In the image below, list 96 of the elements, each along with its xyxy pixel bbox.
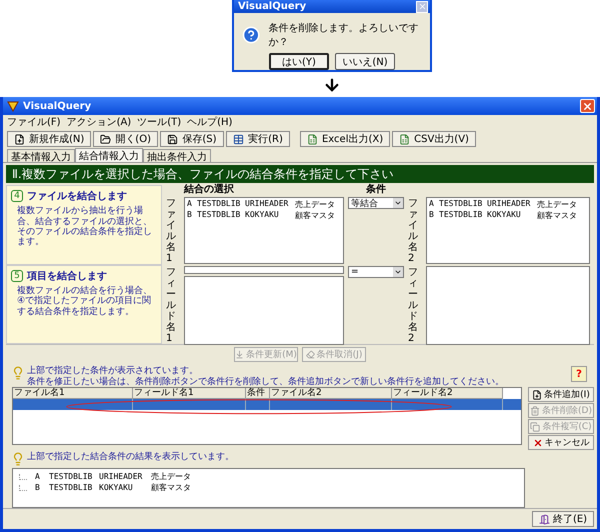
tab[interactable]: 基本情報入力 [7,149,75,162]
list-cell[interactable]: TESTDBLIB [197,199,245,210]
dialog-button[interactable]: はい(Y) [269,53,329,70]
tab[interactable]: 結合情報入力 [75,148,143,162]
toolbar-button[interactable]: 新規作成(N) [7,131,92,148]
help-button[interactable]: ? [571,366,587,382]
operator-select[interactable]: = [348,266,404,278]
list-cell[interactable]: B [187,210,197,222]
menu-item[interactable]: ファイル(F) [7,115,61,130]
step-number: 4 [11,190,23,202]
new-file-icon [532,390,542,400]
lightbulb-icon [11,366,25,380]
app-logo-icon [7,100,19,112]
dialog-message: 条件を削除します。よろしいですか？ [268,22,420,49]
list-cell[interactable]: KOKYAKU [245,210,295,222]
trash-icon [530,406,540,416]
list-cell[interactable]: URIHEADER [245,199,295,210]
list-cell[interactable]: B [429,210,439,222]
toolbar-button[interactable]: 保存(S) [160,131,224,148]
info-text: 上部で指定した条件が表示されています。 [27,366,199,376]
menu-item[interactable]: ヘルプ(H) [187,115,232,130]
door-icon [538,514,550,524]
list-cell[interactable]: URIHEADER [487,199,537,210]
column-header[interactable]: フィールド名2 [392,388,503,399]
list-cell[interactable]: 顧客マスタ [295,210,341,222]
dialog-button[interactable]: いいえ(N) [335,53,395,70]
column-header[interactable]: 条件 [246,388,270,399]
list-cell[interactable]: 売上データ [295,199,341,210]
step-title: 項目を結合します [27,270,107,283]
folder-icon [100,134,112,145]
side-button[interactable]: キャンセル [528,435,594,450]
list-cell[interactable]: A [429,199,439,210]
list-cell[interactable]: TESTDBLIB [439,199,487,210]
toolbar-button[interactable]: 開く(O) [93,131,158,148]
tree-cell[interactable]: TESTDBLIB [49,472,99,481]
column-header[interactable]: ファイル名1 [13,388,133,399]
menu-item[interactable]: アクション(A) [66,115,132,130]
save-icon [167,134,178,145]
new-file-icon [14,134,25,145]
info-text: 条件を修正したい場合は、条件削除ボタンで条件行を削除して、条件追加ボタンで新しい条件行を追加してください。 [27,376,505,387]
file-label: ファイル名2 [408,198,418,264]
column-header[interactable]: ファイル名2 [270,388,392,399]
list-cell[interactable]: TESTDBLIB [439,210,487,222]
tree-cell[interactable]: A [35,472,49,481]
table-icon [233,134,244,145]
tree-line [19,474,27,480]
side-button[interactable]: 条件追加(I) [528,387,594,402]
cancel-icon [532,438,542,448]
list-cell[interactable]: A [187,199,197,210]
tree-cell[interactable]: 顧客マスタ [151,482,518,493]
join-caption: 結合の選択 [184,185,235,196]
tree-cell[interactable]: URIHEADER [99,472,151,481]
join-type-select[interactable]: 等結合 [348,197,404,210]
eraser-icon [306,350,315,360]
spreadsheet-icon [399,134,410,145]
arrow-icon [323,76,341,94]
menu-item[interactable]: ツール(T) [137,115,182,130]
section-header: Ⅱ.複数ファイルを選択した場合、ファイルの結合条件を指定して下さい [6,165,594,184]
list-cell[interactable]: 売上データ [537,199,587,210]
file-list[interactable]: A TESTDBLIB URIHEADER 売上データ B TESTDBLIB KOKYAKU 顧客マスタ [426,197,590,264]
step-title: ファイルを結合します [27,190,127,204]
copy-icon [530,422,540,432]
tab[interactable]: 抽出条件入力 [143,149,211,162]
field-label: フィールド名2 [408,267,418,344]
list-cell[interactable]: 顧客マスタ [537,210,587,222]
tree-cell[interactable]: TESTDBLIB [49,483,99,492]
question-icon [242,25,260,45]
tree-cell[interactable]: KOKYAKU [99,483,151,492]
down-arrow-icon [235,350,244,360]
close-icon[interactable] [416,0,428,12]
field-input[interactable] [184,266,344,274]
list-cell[interactable]: TESTDBLIB [197,210,245,222]
file-label: ファイル名1 [166,198,176,264]
window-title: VisualQuery [23,100,92,112]
tree-cell[interactable]: B [35,483,49,492]
field-label: フィールド名1 [166,267,176,344]
toolbar-button[interactable]: CSV出力(V) [392,131,476,148]
column-header[interactable]: フィールド名1 [133,388,246,399]
dialog-title: VisualQuery [234,0,430,13]
list-cell[interactable]: KOKYAKU [487,210,537,222]
condition-caption: 条件 [365,185,387,196]
step-text: 複数ファイルから抽出を行う場合、結合するファイルの選択と、そのファイルの結合条件を指定します。 [16,206,153,248]
field-list[interactable] [184,276,344,346]
file-list[interactable]: A TESTDBLIB URIHEADER 売上データ B TESTDBLIB KOKYAKU 顧客マスタ [184,197,344,264]
close-icon[interactable] [580,99,595,114]
lightbulb-icon [11,452,25,466]
toolbar-button[interactable]: 実行(R) [226,131,290,148]
field-list[interactable] [426,266,590,346]
tree-cell[interactable]: 売上データ [151,471,518,482]
toolbar-button[interactable]: Excel出力(X) [300,131,390,148]
spreadsheet-icon [306,134,318,145]
tree-line [19,484,27,490]
step-text: 複数ファイルの結合を行う場合、④で指定したファイルの項目に関する結合条件を指定します。 [16,286,153,317]
step-number: 5 [11,270,23,282]
info-text: 上部で指定した結合条件の結果を表示しています。 [27,452,234,462]
exit-button[interactable]: 終了(E) [532,511,594,527]
